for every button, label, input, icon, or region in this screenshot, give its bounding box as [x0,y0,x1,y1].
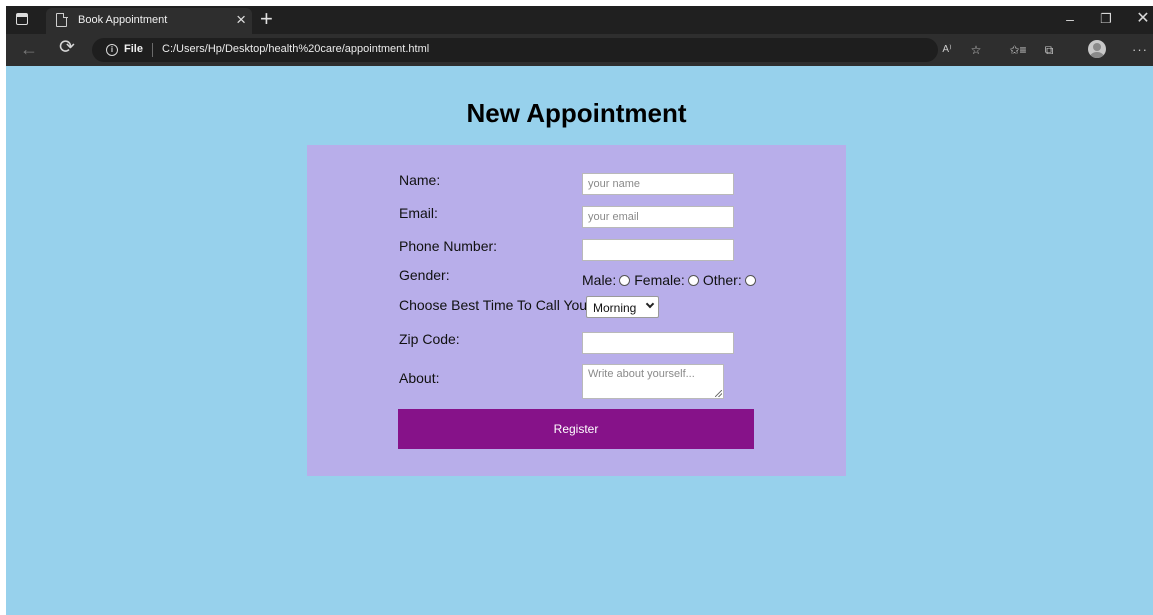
phone-label: Phone Number: [399,238,498,254]
collections-icon[interactable]: ⧉ [1038,40,1060,60]
resize-handle-icon[interactable] [715,390,722,397]
gender-other-label: Other: [702,272,742,288]
gender-other-radio[interactable] [744,274,756,286]
address-bar[interactable]: i File C:/Users/Hp/Desktop/health%20care… [92,38,938,62]
email-label: Email: [399,205,438,221]
tab-book-appointment[interactable]: Book Appointment × [46,8,252,34]
gender-male-radio[interactable] [619,274,631,286]
close-tab-icon[interactable]: × [236,10,246,30]
call-time-value: Morning [593,301,637,315]
back-icon[interactable]: ← [20,38,38,60]
name-input[interactable] [582,173,734,195]
call-time-select[interactable]: Morning [586,296,659,318]
file-label: File [124,43,143,55]
about-textarea[interactable]: Write about yourself... [582,364,724,399]
page-icon [56,12,68,27]
read-aloud-icon[interactable]: A⁾ [936,40,958,60]
chevron-down-icon [645,299,655,309]
gender-options: Male: Female: Other: [582,272,760,288]
tab-strip: Book Appointment × + – ❐ ✕ [6,6,1153,34]
favorites-icon[interactable]: ✩≡ [1007,40,1029,60]
new-tab-icon[interactable]: + [260,7,273,31]
gender-female-radio[interactable] [687,274,699,286]
gender-male-label: Male: [582,272,617,288]
name-label: Name: [399,172,441,188]
appointment-form: Name: Email: Phone Number: Gender: Male:… [307,145,846,476]
tab-actions-icon[interactable] [16,13,28,25]
close-window-icon[interactable]: ✕ [1133,9,1153,29]
address-bar-row: ← ⟳ i File C:/Users/Hp/Desktop/health%20… [6,34,1153,66]
minimize-icon[interactable]: – [1060,9,1080,29]
tab-title: Book Appointment [78,14,168,26]
info-icon[interactable]: i [106,44,118,56]
add-favorite-icon[interactable]: ☆ [965,40,987,60]
zip-label: Zip Code: [399,331,460,347]
restore-icon[interactable]: ❐ [1096,9,1116,29]
url-text[interactable]: C:/Users/Hp/Desktop/health%20care/appoin… [162,43,429,55]
register-button[interactable]: Register [398,409,754,449]
gender-female-label: Female: [634,272,685,288]
more-icon[interactable]: ··· [1129,40,1151,60]
separator [152,43,153,57]
page-title: New Appointment [466,98,687,128]
phone-input[interactable] [582,239,734,261]
zip-input[interactable] [582,332,734,354]
about-placeholder: Write about yourself... [588,368,695,380]
email-input[interactable] [582,206,734,228]
call-time-label: Choose Best Time To Call You [399,297,588,313]
gender-label: Gender: [399,267,450,283]
about-label: About: [399,370,440,386]
profile-avatar[interactable] [1088,40,1106,58]
reload-icon[interactable]: ⟳ [59,37,75,59]
